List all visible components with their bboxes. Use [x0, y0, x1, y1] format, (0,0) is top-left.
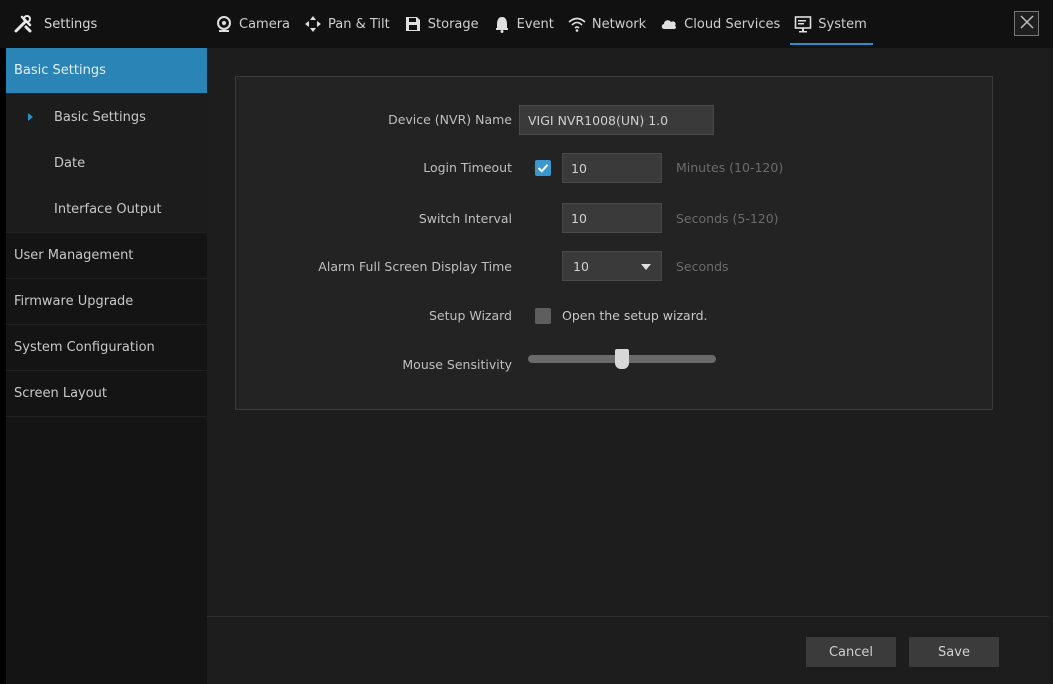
slider-thumb[interactable]	[615, 349, 629, 369]
storage-icon	[404, 15, 422, 33]
tab-cloud-services[interactable]: Cloud Services	[660, 0, 780, 48]
tab-network[interactable]: Network	[568, 0, 646, 48]
settings-panel: Device (NVR) Name VIGI NVR1008(UN) 1.0 L…	[235, 76, 993, 410]
sidebar-item-label: Firmware Upgrade	[14, 294, 134, 309]
tab-label: Network	[591, 16, 647, 32]
check-icon	[537, 164, 549, 173]
sidebar-item-firmware-upgrade[interactable]: Firmware Upgrade	[6, 279, 207, 325]
dropdown-arrow-icon	[641, 264, 651, 270]
close-icon	[1019, 14, 1034, 33]
mouse-sensitivity-label: Mouse Sensitivity	[402, 357, 512, 372]
alarm-display-label: Alarm Full Screen Display Time	[318, 259, 512, 274]
wifi-icon	[568, 15, 586, 33]
alarm-display-value: 10	[573, 258, 589, 274]
footer-bar: Cancel Save	[207, 616, 1049, 684]
tab-storage[interactable]: Storage	[404, 0, 479, 48]
top-bar: Settings Camera Pan & Tilt Storage Event	[0, 0, 1053, 48]
sidebar-item-label: System Configuration	[14, 340, 155, 355]
login-timeout-input[interactable]: 10	[562, 153, 662, 183]
switch-interval-label: Switch Interval	[418, 211, 512, 226]
tab-camera[interactable]: Camera	[215, 0, 290, 48]
tab-event[interactable]: Event	[493, 0, 554, 48]
monitor-icon	[794, 15, 812, 33]
tab-label: Storage	[427, 16, 479, 32]
main-tabs: Camera Pan & Tilt Storage Event Network	[215, 0, 881, 48]
sidebar-subitem-basic-settings[interactable]: Basic Settings	[6, 94, 207, 140]
setup-wizard-text: Open the setup wizard.	[562, 308, 708, 323]
cancel-button[interactable]: Cancel	[806, 637, 896, 667]
tab-label: Camera	[239, 16, 291, 32]
main-content: Device (NVR) Name VIGI NVR1008(UN) 1.0 L…	[207, 48, 1049, 684]
sidebar-item-user-management[interactable]: User Management	[6, 233, 207, 279]
pan-tilt-icon	[304, 15, 322, 33]
alarm-display-hint: Seconds	[676, 259, 729, 274]
switch-interval-input[interactable]: 10	[562, 203, 662, 233]
sidebar-item-system-configuration[interactable]: System Configuration	[6, 325, 207, 371]
caret-right-icon	[28, 113, 33, 121]
sidebar-item-label: User Management	[14, 248, 134, 263]
sidebar-subitem-label: Interface Output	[54, 201, 162, 217]
cloud-icon	[660, 15, 678, 33]
device-name-input[interactable]: VIGI NVR1008(UN) 1.0	[519, 105, 714, 135]
sidebar-item-basic-settings[interactable]: Basic Settings	[6, 48, 207, 94]
mouse-sensitivity-slider[interactable]	[528, 349, 716, 369]
login-timeout-checkbox[interactable]	[535, 160, 551, 176]
device-name-label: Device (NVR) Name	[388, 112, 512, 127]
switch-interval-hint: Seconds (5-120)	[676, 211, 779, 226]
sidebar: Basic Settings Basic Settings Date Inter…	[0, 48, 207, 684]
tab-label: Pan & Tilt	[328, 16, 390, 32]
setup-wizard-label: Setup Wizard	[429, 308, 512, 323]
login-timeout-label: Login Timeout	[423, 160, 512, 175]
tab-system[interactable]: System	[790, 0, 874, 48]
bell-icon	[493, 15, 511, 33]
settings-header: Settings	[0, 0, 207, 48]
tools-icon	[12, 13, 34, 35]
camera-icon	[215, 15, 233, 33]
tab-label: Cloud Services	[684, 16, 781, 32]
setup-wizard-checkbox[interactable]	[535, 308, 551, 324]
sidebar-item-screen-layout[interactable]: Screen Layout	[6, 371, 207, 417]
save-button[interactable]: Save	[909, 637, 999, 667]
sidebar-item-label: Basic Settings	[14, 63, 106, 78]
sidebar-item-label: Screen Layout	[14, 386, 108, 401]
tab-pan-tilt[interactable]: Pan & Tilt	[304, 0, 390, 48]
login-timeout-hint: Minutes (10-120)	[676, 160, 784, 175]
sidebar-subitem-interface-output[interactable]: Interface Output	[6, 186, 207, 232]
settings-title: Settings	[44, 16, 98, 32]
sidebar-subitem-label: Date	[54, 155, 86, 171]
tab-label: System	[818, 16, 867, 32]
sidebar-subgroup: Basic Settings Date Interface Output	[6, 94, 207, 233]
sidebar-subitem-date[interactable]: Date	[6, 140, 207, 186]
close-button[interactable]	[1014, 11, 1039, 36]
sidebar-subitem-label: Basic Settings	[54, 109, 146, 125]
alarm-display-select[interactable]: 10	[562, 251, 662, 281]
tab-label: Event	[516, 16, 554, 32]
